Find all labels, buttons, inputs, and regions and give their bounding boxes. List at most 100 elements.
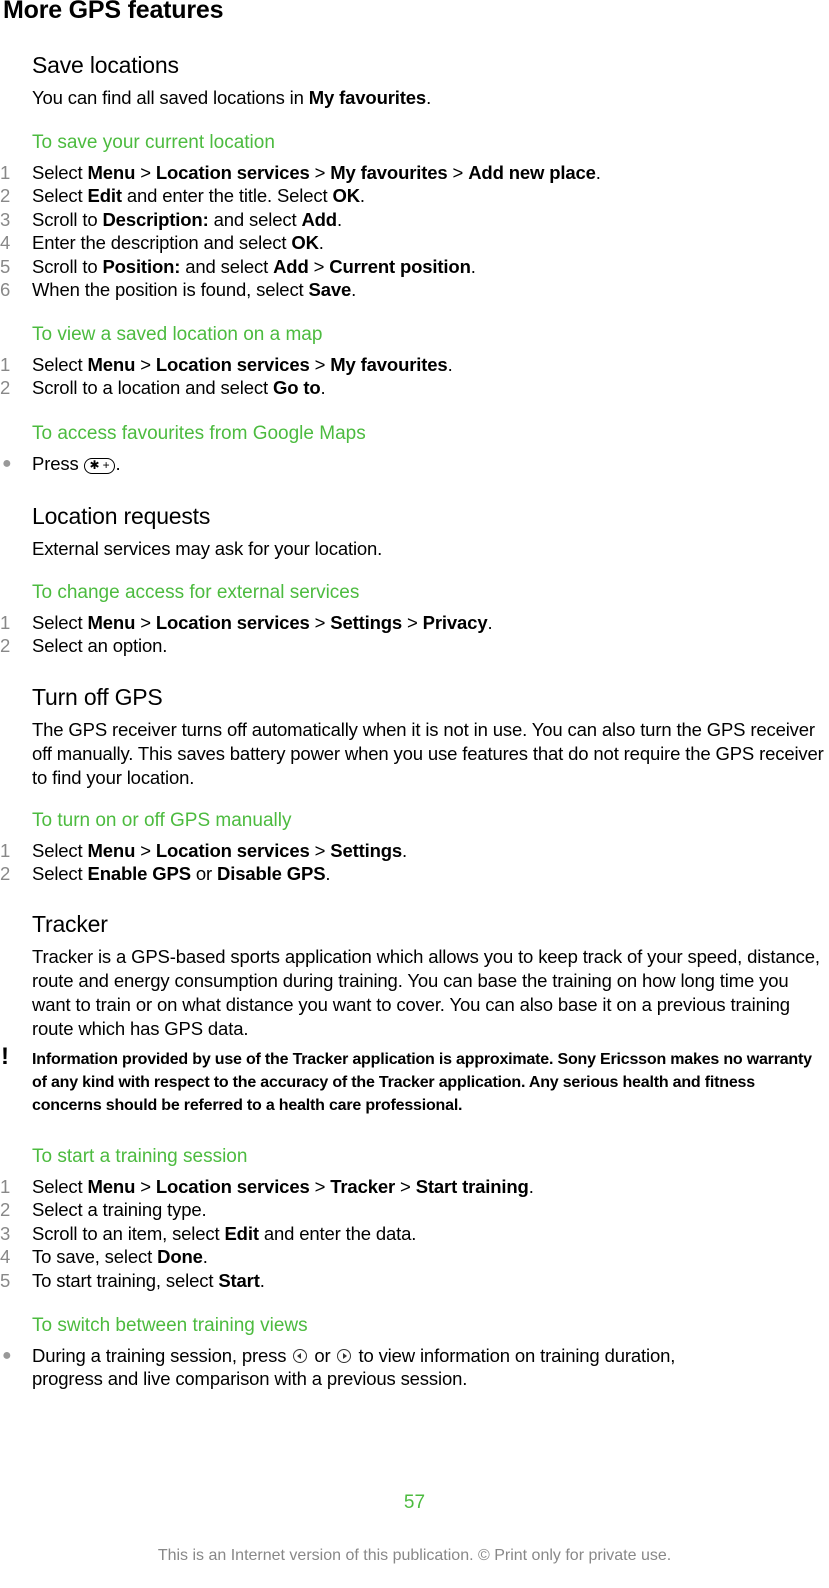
tracker-intro: Tracker is a GPS-based sports applicatio… <box>32 946 820 1039</box>
step-text: Select <box>32 354 88 375</box>
ui-term: Tracker <box>330 1176 396 1197</box>
step-item: 5 To start training, select Start. <box>0 1269 534 1292</box>
step-number: 1 <box>0 354 11 375</box>
step-text: . <box>359 185 365 207</box>
bullets-access-google-maps: ● Press ✱ +. <box>0 452 121 475</box>
step-text: > <box>135 840 156 861</box>
step-text: > <box>309 612 331 633</box>
step-text: Scroll to an item, select <box>32 1222 225 1244</box>
subheading-start-training: To start a training session <box>32 1146 248 1167</box>
subheading-save-current-location: To save your current location <box>32 132 275 153</box>
ui-term: Location services <box>155 612 310 633</box>
step-number: 3 <box>0 1222 11 1244</box>
subheading-switch-views: To switch between training views <box>32 1315 308 1336</box>
page-title: More GPS features <box>3 0 224 24</box>
ui-term: Location services <box>155 1176 310 1197</box>
ui-term: Add <box>273 255 309 277</box>
section-heading-save-locations: Save locations <box>32 52 179 78</box>
ui-term: Add <box>301 208 337 230</box>
step-text: > <box>135 162 156 183</box>
step-number: 3 <box>0 208 11 230</box>
step-text: > <box>309 162 331 183</box>
step-item: 5 Scroll to Position: and select Add > Cu… <box>0 255 601 278</box>
section-heading-location-requests: Location requests <box>32 503 211 529</box>
step-text: Select <box>32 162 88 183</box>
step-text: . <box>325 863 331 885</box>
bullets-switch-views: ● During a training session, press or to… <box>0 1344 675 1391</box>
ui-term: Description: <box>102 208 209 230</box>
ui-term: Location services <box>155 840 310 861</box>
steps-start-training: 1 Select Menu > Location services > Track… <box>0 1175 534 1292</box>
step-number: 1 <box>0 840 11 861</box>
nav-right-key-icon <box>337 1349 352 1363</box>
step-text: Select <box>32 840 88 861</box>
step-number: 6 <box>0 278 11 300</box>
step-item: 2 Select a training type. <box>0 1198 534 1221</box>
step-text: and select <box>208 208 302 230</box>
step-text: . <box>528 1176 534 1197</box>
ui-term: Save <box>308 278 352 300</box>
step-text: > <box>309 840 331 861</box>
step-text: Scroll to <box>32 255 103 277</box>
step-text: > <box>135 1176 156 1197</box>
ui-term: Disable GPS <box>217 863 326 885</box>
step-text: Scroll to a location and select <box>32 377 273 399</box>
ui-term: Enable GPS <box>87 863 192 885</box>
step-number: 4 <box>0 232 11 254</box>
step-text: > <box>308 255 330 277</box>
step-text: > <box>309 1176 331 1197</box>
step-text: . <box>202 1246 208 1268</box>
step-text: . <box>487 612 493 633</box>
steps-gps-manually: 1 Select Menu > Location services > Setti… <box>0 839 407 886</box>
step-item: 1 Select Menu > Location services > Setti… <box>0 839 407 862</box>
bullet-text: or <box>309 1345 336 1366</box>
step-text: > <box>402 612 423 633</box>
intro-text: . <box>426 87 432 108</box>
step-number: 4 <box>0 1246 11 1268</box>
subheading-change-access: To change access for external services <box>32 582 360 603</box>
step-item: 1 Select Menu > Location services > Track… <box>0 1175 534 1198</box>
step-number: 2 <box>0 635 11 657</box>
ui-term: Privacy <box>422 612 488 633</box>
step-number: 1 <box>0 612 11 633</box>
step-text: Scroll to <box>32 208 103 230</box>
step-text: or <box>190 863 218 885</box>
warning-icon: ! <box>1 1043 9 1070</box>
step-text: > <box>135 354 156 375</box>
step-text: . <box>447 354 453 375</box>
step-text: To start training, select <box>32 1269 219 1291</box>
step-text: . <box>320 377 326 399</box>
ui-term: Menu <box>87 612 136 633</box>
step-text: When the position is found, select <box>32 278 309 300</box>
nav-left-key-icon <box>293 1349 308 1363</box>
step-text: and enter the title. Select <box>121 185 333 207</box>
subheading-gps-manually: To turn on or off GPS manually <box>32 810 292 831</box>
step-item: 1 Select Menu > Location services > My fa… <box>0 161 601 184</box>
bullet-icon: ● <box>2 455 12 472</box>
ui-term: Menu <box>87 354 136 375</box>
ui-term: Current position <box>329 255 471 277</box>
step-number: 2 <box>0 185 11 207</box>
step-text: Select <box>32 863 88 885</box>
bullet-text: During a training session, press <box>32 1345 292 1366</box>
list-item: ● Press ✱ +. <box>0 452 121 475</box>
tracker-disclaimer-note: Information provided by use of the Track… <box>32 1051 812 1114</box>
step-text: Select a training type. <box>32 1199 207 1221</box>
step-item: 4 Enter the description and select OK. <box>0 231 601 254</box>
bullet-text: progress and live comparison with a prev… <box>32 1368 468 1390</box>
ui-term: My favourites <box>330 162 448 183</box>
step-item: 2 Scroll to a location and select Go to. <box>0 376 453 399</box>
step-item: 2 Select an option. <box>0 634 492 657</box>
step-item: 6 When the position is found, select Save… <box>0 278 601 301</box>
location-requests-intro: External services may ask for your locat… <box>32 538 383 559</box>
step-text: > <box>395 1176 416 1197</box>
step-number: 2 <box>0 863 11 885</box>
ui-term: My favourites <box>330 354 448 375</box>
list-item-continuation: progress and live comparison with a prev… <box>0 1367 675 1390</box>
turn-off-gps-intro: The GPS receiver turns off automatically… <box>32 719 824 788</box>
step-text: . <box>470 255 476 277</box>
step-item: 2 Select Enable GPS or Disable GPS. <box>0 862 407 885</box>
step-text: > <box>447 162 469 183</box>
ui-term: Done <box>157 1246 203 1268</box>
step-item: 3 Scroll to an item, select Edit and ente… <box>0 1222 534 1245</box>
